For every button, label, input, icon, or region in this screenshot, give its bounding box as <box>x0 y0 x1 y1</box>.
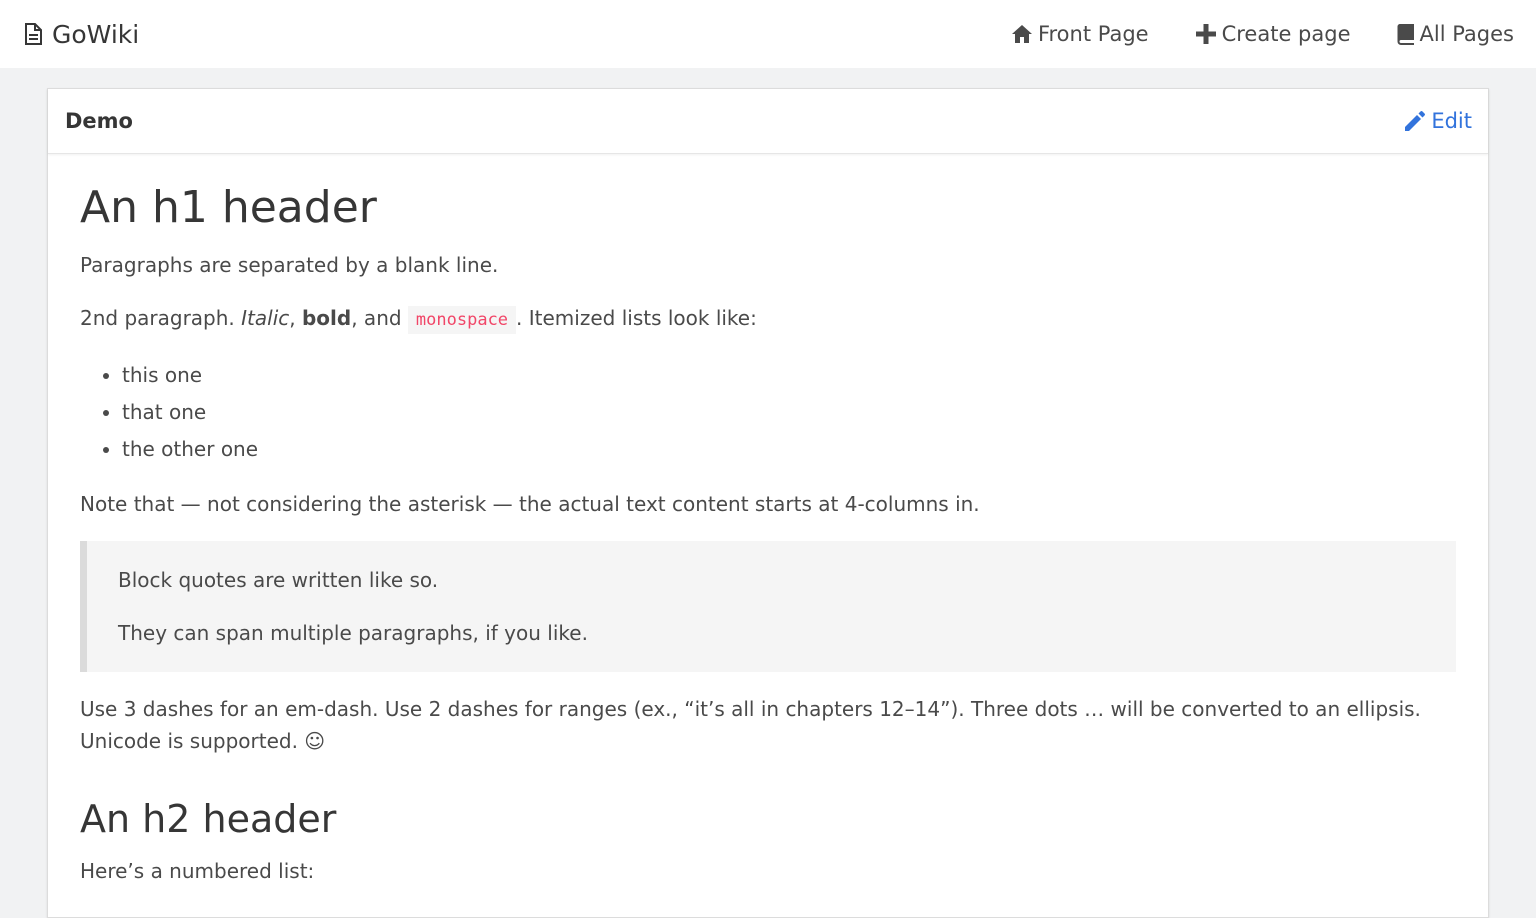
p2-comma: , <box>289 306 302 330</box>
edit-button[interactable]: Edit <box>1404 109 1472 133</box>
p2-text-before: 2nd paragraph. <box>80 306 242 330</box>
paragraph-2: 2nd paragraph. Italic, bold, and monospa… <box>80 302 1456 336</box>
nav-create-page[interactable]: Create page <box>1195 22 1351 46</box>
plus-icon <box>1195 24 1216 44</box>
nav-links: Front Page Create page All Pages <box>965 22 1514 46</box>
note-paragraph: Note that — not considering the asterisk… <box>80 492 980 516</box>
brand-label: GoWiki <box>52 19 140 49</box>
nav-all-pages-label: All Pages <box>1419 22 1515 46</box>
paragraph-1: Paragraphs are separated by a blank line… <box>80 253 499 277</box>
monospace-code: monospace <box>407 306 517 334</box>
pencil-icon <box>1405 111 1426 131</box>
h1-header: An h1 header <box>80 182 377 233</box>
nav-create-page-label: Create page <box>1221 22 1351 46</box>
edit-label: Edit <box>1431 109 1472 133</box>
page-content: An h1 header Paragraphs are separated by… <box>48 182 1488 887</box>
home-icon <box>1011 25 1032 43</box>
blockquote: Block quotes are written like so. They c… <box>80 541 1456 672</box>
book-icon <box>1397 24 1414 45</box>
list-item: this one <box>122 357 1456 394</box>
h2-header: An h2 header <box>80 797 337 841</box>
list-item: the other one <box>122 431 1456 468</box>
italic-text: Italic <box>241 306 290 330</box>
blockquote-paragraph: They can span multiple paragraphs, if yo… <box>118 621 588 645</box>
navbar: GoWiki Front Page Create page All Pages <box>0 0 1536 68</box>
list-item: that one <box>122 394 1456 431</box>
nav-front-page-label: Front Page <box>1037 22 1149 46</box>
page-title: Demo <box>65 109 133 133</box>
nav-front-page[interactable]: Front Page <box>1011 22 1149 46</box>
card-header: Demo Edit <box>48 89 1488 154</box>
p2-and: , and <box>351 306 408 330</box>
p2-text-after: . Itemized lists look like: <box>516 306 757 330</box>
dashes-paragraph: Use 3 dashes for an em-dash. Use 2 dashe… <box>80 697 1421 753</box>
numbered-list-intro: Here’s a numbered list: <box>80 859 315 883</box>
bullet-list: this one that one the other one <box>122 357 1456 468</box>
blockquote-paragraph: Block quotes are written like so. <box>118 568 439 592</box>
bold-text: bold <box>301 306 352 330</box>
document-icon <box>25 23 42 45</box>
brand-link[interactable]: GoWiki <box>24 20 139 49</box>
nav-all-pages[interactable]: All Pages <box>1397 22 1515 46</box>
page-card: Demo Edit An h1 header Paragraphs are se… <box>47 88 1489 918</box>
